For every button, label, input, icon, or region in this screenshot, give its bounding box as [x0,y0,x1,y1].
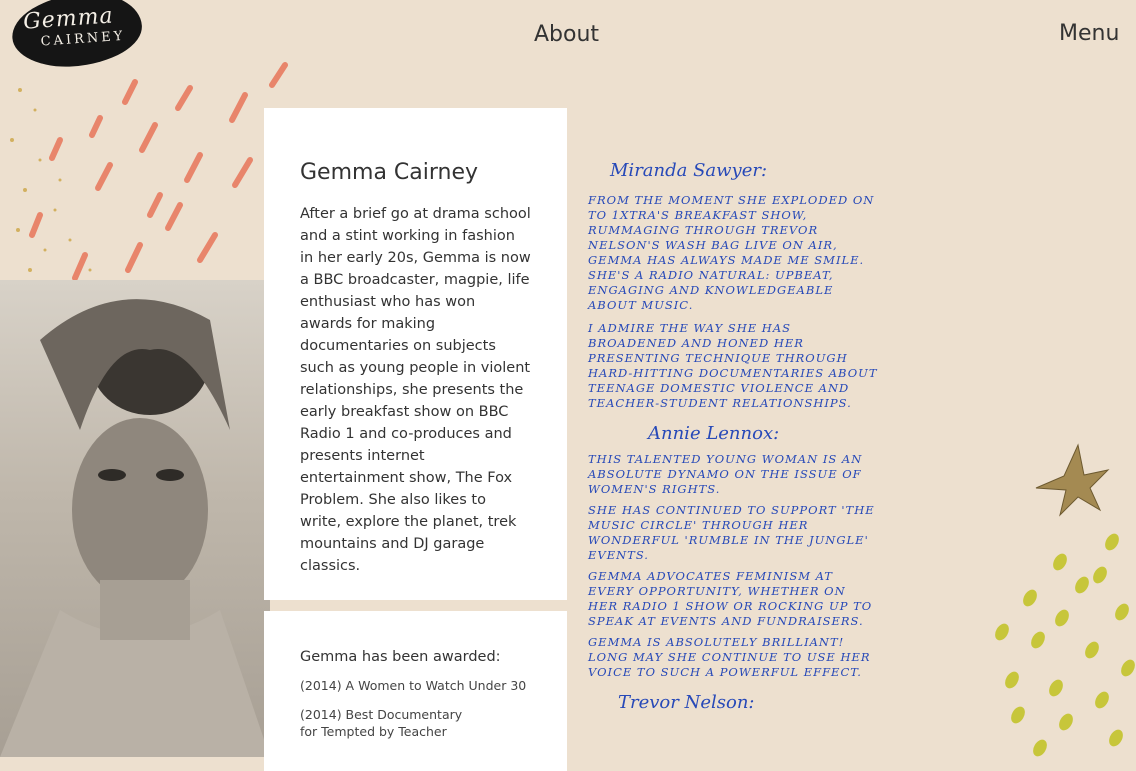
yellow-dots [995,533,1135,757]
testimonial-quote: I admire the way she has broadened and h… [588,321,878,410]
awards-card: Gemma has been awarded: (2014) A Women t… [264,611,567,771]
bio-text: After a brief go at drama school and a s… [300,206,531,574]
testimonial-quote: Gemma advocates feminism at every opport… [588,569,873,628]
testimonial-author: Miranda Sawyer: [610,160,768,181]
awards-heading: Gemma has been awarded: [300,649,501,665]
testimonial-quote: She has continued to support 'The Music … [588,503,875,562]
bio-card: Gemma Cairney After a brief go at drama … [264,108,567,600]
testimonial-author: Trevor Nelson: [618,692,755,713]
award-title: (2014) A Women to Watch Under 30 [300,678,527,693]
glitter-star [1035,443,1110,517]
menu-button[interactable]: Menu [1059,21,1119,46]
award-title: (2014) Best Documentary [300,707,463,722]
testimonial-quote: Gemma is absolutely brilliant! Long may … [588,635,871,679]
site-logo[interactable]: Gemma CAIRNEY [9,0,145,71]
testimonial-quote: From the moment she exploded on to 1Xtra… [588,193,875,312]
testimonial-quote: This talented young woman is an absolute… [588,452,863,496]
handwritten-testimonials: Miranda Sawyer: From the moment she expl… [588,160,878,713]
portrait-silhouette [0,299,270,757]
portrait-photo [0,280,270,757]
award-item: (2014) A Women to Watch Under 30 [300,677,531,694]
bio-title: Gemma Cairney [300,160,479,185]
award-item: (2014) Best Documentary for Tempted by T… [300,706,531,740]
testimonial-author: Annie Lennox: [648,423,780,444]
award-subtitle: for Tempted by Teacher [300,724,447,739]
nav-about-link[interactable]: About [534,22,599,47]
